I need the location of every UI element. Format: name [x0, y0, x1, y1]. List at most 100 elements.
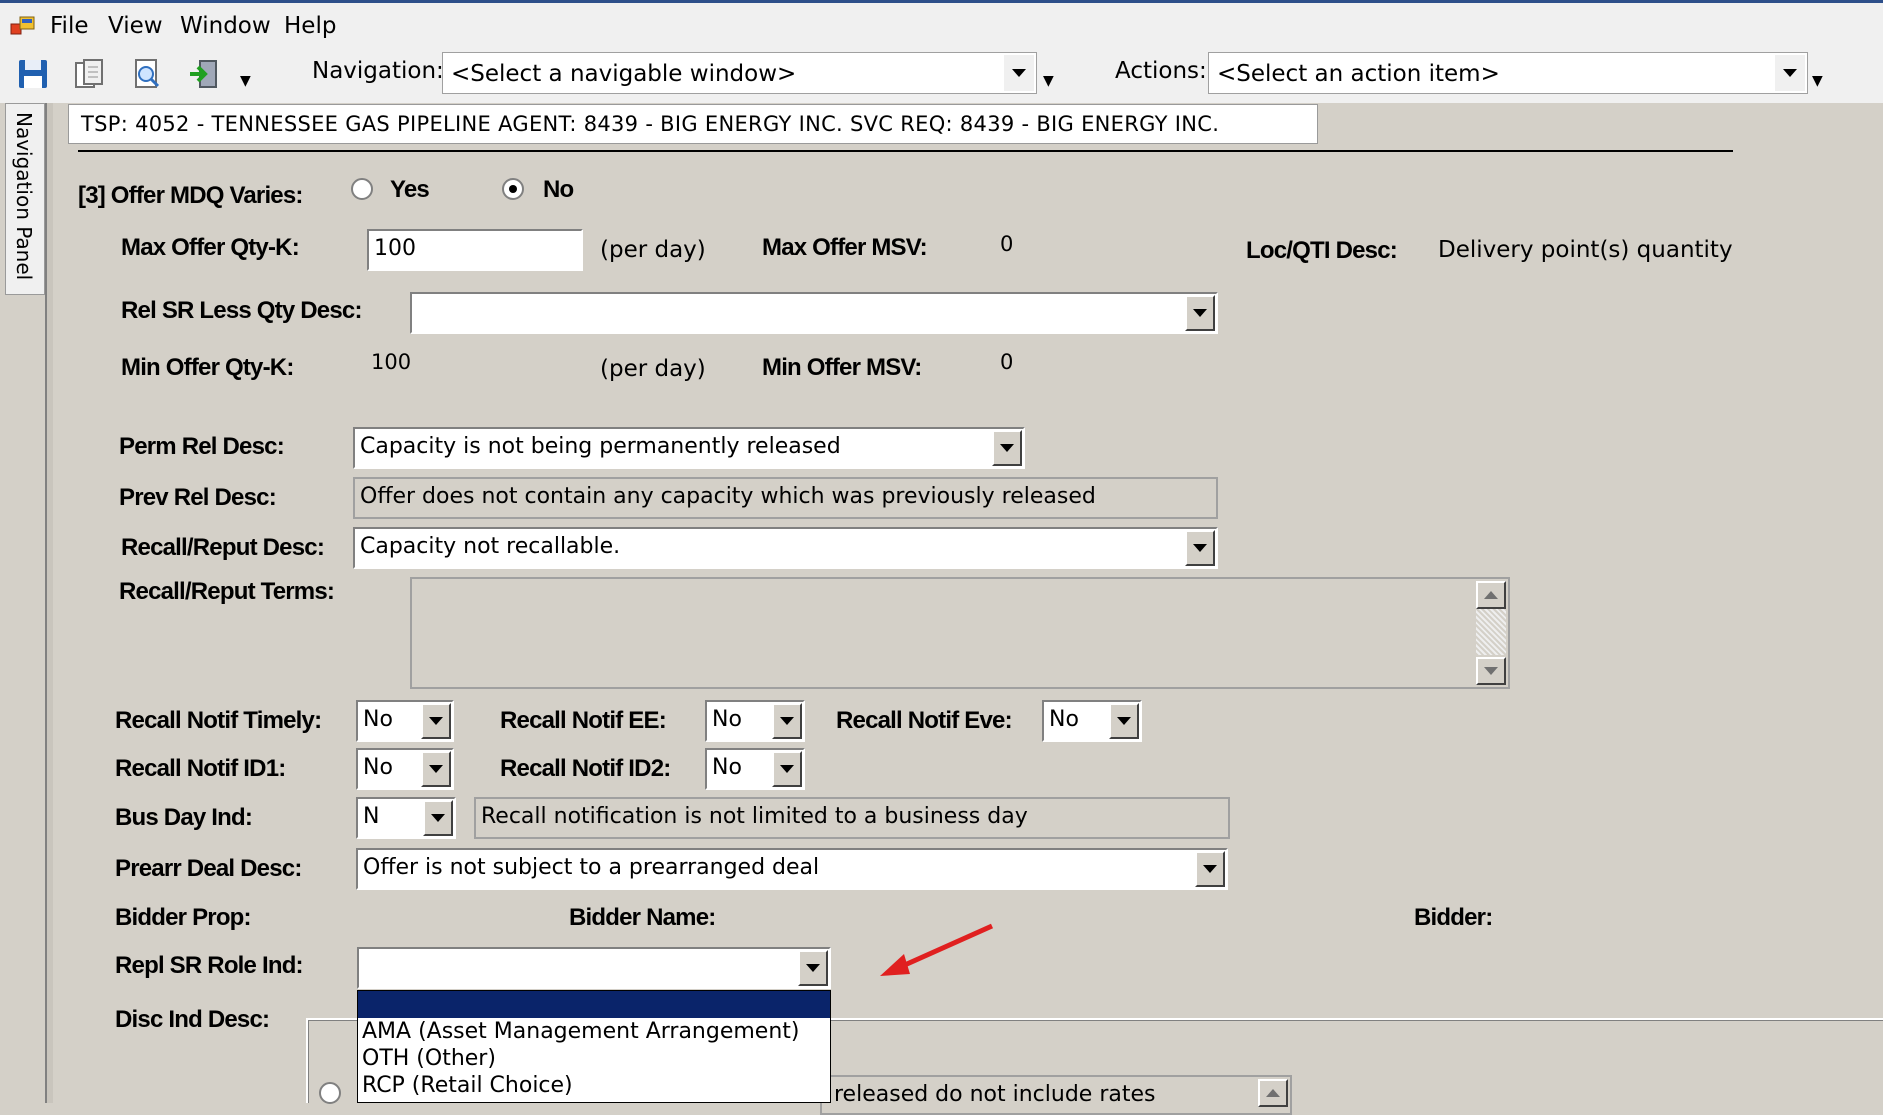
repl-sr-role-ind-label: Repl SR Role Ind:	[115, 952, 304, 979]
recall-notif-timely-select[interactable]: No	[356, 700, 454, 742]
menu-file[interactable]: File	[50, 13, 89, 39]
recall-notif-eve-value: No	[1049, 707, 1079, 732]
toolbar: ▼ Navigation: <Select a navigable window…	[0, 47, 1883, 103]
repl-sr-role-ind-dropdown[interactable]: AMA (Asset Management Arrangement) OTH (…	[357, 990, 831, 1103]
prearr-deal-desc-label: Prearr Deal Desc:	[115, 855, 302, 882]
menu-help[interactable]: Help	[284, 13, 336, 39]
actions-label: Actions:	[1115, 58, 1207, 84]
recall-reput-terms-textarea[interactable]	[410, 577, 1510, 689]
navigation-label: Navigation:	[312, 58, 444, 84]
disc-ind-desc-field: released do not include rates	[820, 1075, 1292, 1115]
recall-reput-desc-value: Capacity not recallable.	[360, 534, 621, 559]
max-offer-msv-value: 0	[1000, 232, 1014, 256]
offer-mdq-no-radio[interactable]	[502, 178, 524, 200]
max-offer-msv-label: Max Offer MSV:	[762, 234, 928, 261]
perm-rel-desc-select[interactable]: Capacity is not being permanently releas…	[353, 427, 1025, 469]
disc-ind-desc-label: Disc Ind Desc:	[115, 1006, 270, 1033]
offer-mdq-yes-radio[interactable]	[351, 178, 373, 200]
max-offer-qty-label: Max Offer Qty-K:	[121, 234, 300, 261]
rel-sr-less-qty-desc-label: Rel SR Less Qty Desc:	[121, 297, 362, 324]
max-offer-qty-unit: (per day)	[600, 237, 706, 263]
actions-overflow-icon[interactable]: ▼	[1812, 73, 1823, 89]
divider	[78, 150, 1733, 152]
loc-qti-desc-label: Loc/QTI Desc:	[1246, 237, 1398, 264]
disc-ind-radio[interactable]	[319, 1082, 341, 1104]
chevron-down-icon[interactable]	[1185, 295, 1215, 331]
dropdown-option-blank[interactable]	[358, 991, 830, 1018]
recall-reput-desc-label: Recall/Reput Desc:	[121, 534, 325, 561]
prearr-deal-desc-select[interactable]: Offer is not subject to a prearranged de…	[356, 848, 1228, 890]
exit-icon[interactable]	[186, 57, 220, 91]
recall-notif-id1-select[interactable]: No	[356, 748, 454, 790]
chevron-down-icon[interactable]	[772, 751, 802, 787]
chevron-down-icon[interactable]	[423, 800, 453, 836]
print-preview-icon[interactable]	[130, 57, 164, 91]
dropdown-option-oth[interactable]: OTH (Other)	[358, 1045, 830, 1072]
recall-notif-id2-select[interactable]: No	[705, 748, 805, 790]
perm-rel-desc-value: Capacity is not being permanently releas…	[360, 434, 841, 459]
min-offer-qty-label: Min Offer Qty-K:	[121, 354, 294, 381]
navigation-panel-tab[interactable]: Navigation Panel	[5, 103, 45, 295]
bidder-label: Bidder:	[1414, 904, 1493, 931]
recall-notif-id1-label: Recall Notif ID1:	[115, 755, 286, 782]
chevron-down-icon[interactable]	[421, 703, 451, 739]
prearr-deal-desc-value: Offer is not subject to a prearranged de…	[363, 855, 820, 880]
recall-notif-ee-select[interactable]: No	[705, 700, 805, 742]
offer-mdq-yes-label[interactable]: Yes	[390, 176, 430, 204]
scroll-up-icon[interactable]	[1476, 581, 1506, 609]
dropdown-option-ama[interactable]: AMA (Asset Management Arrangement)	[358, 1018, 830, 1045]
menu-window[interactable]: Window	[180, 13, 271, 39]
min-offer-msv-label: Min Offer MSV:	[762, 354, 922, 381]
navigation-select-value: <Select a navigable window>	[451, 61, 797, 87]
bus-day-ind-select[interactable]: N	[356, 797, 456, 839]
actions-select[interactable]: <Select an action item>	[1208, 52, 1808, 94]
prev-rel-desc-value: Offer does not contain any capacity whic…	[360, 484, 1096, 509]
min-offer-msv-value: 0	[1000, 350, 1014, 374]
bus-day-ind-value: N	[363, 804, 380, 829]
offer-mdq-no-label[interactable]: No	[543, 176, 574, 204]
recall-reput-desc-select[interactable]: Capacity not recallable.	[353, 527, 1218, 569]
chevron-down-icon[interactable]	[798, 950, 828, 986]
recall-notif-timely-value: No	[363, 707, 393, 732]
recall-reput-terms-label: Recall/Reput Terms:	[119, 578, 335, 605]
navigation-panel-label: Navigation Panel	[12, 112, 36, 281]
recall-notif-timely-label: Recall Notif Timely:	[115, 707, 322, 734]
dropdown-option-rcp[interactable]: RCP (Retail Choice)	[358, 1072, 830, 1099]
recall-notif-ee-label: Recall Notif EE:	[500, 707, 667, 734]
repl-sr-role-ind-select[interactable]	[357, 947, 831, 989]
menu-bar: File View Window Help	[0, 3, 1883, 47]
bidder-prop-label: Bidder Prop:	[115, 904, 252, 931]
max-offer-qty-value: 100	[374, 236, 416, 261]
scrollbar-track[interactable]	[1476, 609, 1506, 655]
app-icon	[10, 16, 35, 35]
recall-notif-id2-value: No	[712, 755, 742, 780]
chevron-down-icon[interactable]	[772, 703, 802, 739]
bus-day-ind-desc-field: Recall notification is not limited to a …	[474, 797, 1230, 839]
chevron-down-icon[interactable]	[992, 430, 1022, 466]
header-info-bar: TSP: 4052 - TENNESSEE GAS PIPELINE AGENT…	[68, 104, 1318, 144]
scroll-down-icon[interactable]	[1476, 657, 1506, 685]
chevron-down-icon[interactable]	[1195, 851, 1225, 887]
recall-notif-eve-label: Recall Notif Eve:	[836, 707, 1013, 734]
chevron-down-icon[interactable]	[1185, 530, 1215, 566]
max-offer-qty-input[interactable]: 100	[367, 229, 583, 271]
recall-notif-ee-value: No	[712, 707, 742, 732]
recall-notif-id1-value: No	[363, 755, 393, 780]
prev-rel-desc-field: Offer does not contain any capacity whic…	[353, 477, 1218, 519]
header-info-text: TSP: 4052 - TENNESSEE GAS PIPELINE AGENT…	[81, 112, 1220, 136]
panel-divider	[45, 103, 53, 1103]
navigation-overflow-icon[interactable]: ▼	[1043, 73, 1054, 89]
menu-view[interactable]: View	[108, 13, 163, 39]
loc-qti-desc-value: Delivery point(s) quantity	[1438, 237, 1733, 263]
recall-notif-eve-select[interactable]: No	[1042, 700, 1142, 742]
chevron-down-icon[interactable]	[1109, 703, 1139, 739]
rel-sr-less-qty-desc-select[interactable]	[410, 292, 1218, 334]
navigation-select[interactable]: <Select a navigable window>	[442, 52, 1037, 94]
toolbar-overflow-icon[interactable]: ▼	[240, 73, 251, 89]
annotation-arrow-icon	[880, 923, 994, 976]
chevron-down-icon[interactable]	[421, 751, 451, 787]
chevron-down-icon[interactable]	[1004, 55, 1034, 91]
save-icon[interactable]	[16, 57, 50, 91]
chevron-down-icon[interactable]	[1775, 55, 1805, 91]
copy-icon[interactable]	[72, 57, 106, 91]
